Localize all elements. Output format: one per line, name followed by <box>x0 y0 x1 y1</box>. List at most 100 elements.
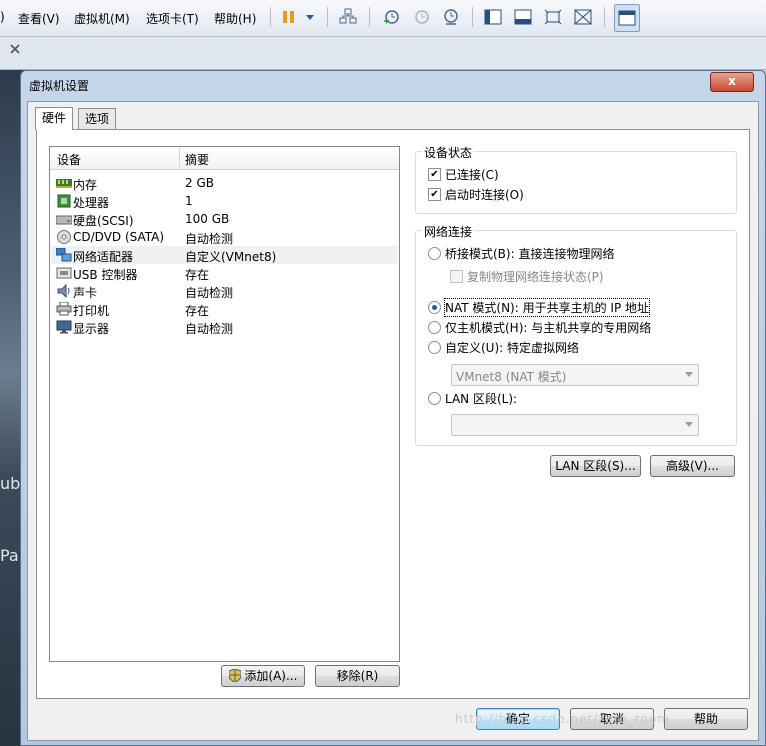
help-button[interactable]: 帮助 <box>664 708 748 730</box>
wallpaper-text: Pa <box>0 546 19 565</box>
unity-icon[interactable] <box>572 6 594 28</box>
menu-tabs[interactable]: 选项卡(T) <box>146 10 199 27</box>
device-row-sound-card[interactable]: 声卡 自动检测 <box>51 282 398 300</box>
close-button[interactable]: x <box>710 72 754 92</box>
device-name: 声卡 <box>73 286 98 300</box>
tab-options[interactable]: 选项 <box>78 108 117 129</box>
close-icon[interactable] <box>8 42 26 60</box>
thumbnail-bar-icon[interactable] <box>512 6 534 28</box>
checkbox-label: 已连接(C) <box>445 168 499 182</box>
device-name: 处理器 <box>73 196 110 210</box>
device-name: 内存 <box>73 178 98 192</box>
radio-label: NAT 模式(N): 用于共享主机的 IP 地址 <box>443 298 651 317</box>
device-row-display[interactable]: 显示器 自动检测 <box>51 318 398 336</box>
column-summary[interactable]: 摘要 <box>185 151 209 168</box>
device-name: USB 控制器 <box>73 268 138 282</box>
host-only-radio[interactable]: 仅主机模式(H): 与主机共享的专用网络 <box>428 319 651 336</box>
radio-label: 自定义(U): 特定虚拟网络 <box>445 341 580 355</box>
lan-segment-radio[interactable]: LAN 区段(L): <box>428 390 517 407</box>
app-toolbar: ) 查看(V) 虚拟机(M) 选项卡(T) 帮助(H) <box>0 0 766 37</box>
radio-icon <box>428 392 441 405</box>
network-connection-group: 网络连接 桥接模式(B): 直接连接物理网络 复制物理网络连接状态(P) NAT… <box>415 223 737 446</box>
toolbar-separator <box>270 7 271 27</box>
lan-segment-select[interactable] <box>451 414 699 436</box>
dialog-title: 虚拟机设置 <box>29 79 90 93</box>
hardware-page: 设备 摘要 内存 2 GB 处理器 1 硬盘(SCSI) 100 GB CD/D… <box>36 129 750 699</box>
device-summary: 自动检测 <box>185 286 234 300</box>
device-row-usb[interactable]: USB 控制器 存在 <box>51 264 398 282</box>
pause-icon[interactable] <box>278 6 300 28</box>
snapshot-icon[interactable] <box>380 6 402 28</box>
radio-label: LAN 区段(L): <box>445 392 518 406</box>
device-name: CD/DVD (SATA) <box>73 230 165 244</box>
device-name: 打印机 <box>73 304 110 318</box>
device-summary: 自动检测 <box>185 232 234 246</box>
menu-help[interactable]: 帮助(H) <box>214 10 256 27</box>
device-row-printer[interactable]: 打印机 存在 <box>51 300 398 318</box>
add-button[interactable]: 添加(A)... <box>221 665 305 687</box>
add-button-label: 添加(A)... <box>244 669 298 683</box>
show-library-icon[interactable] <box>482 6 504 28</box>
remove-button[interactable]: 移除(R) <box>315 665 400 687</box>
full-screen-icon[interactable] <box>542 6 564 28</box>
replicate-state-checkbox[interactable]: 复制物理网络连接状态(P) <box>450 268 604 285</box>
device-summary: 自动检测 <box>185 322 234 336</box>
radio-icon <box>428 247 441 260</box>
vm-settings-dialog: 虚拟机设置 x 硬件 选项 设备 摘要 内存 2 GB 处理器 1 硬盘(SCS… <box>20 70 766 746</box>
tab-hardware[interactable]: 硬件 <box>35 107 74 130</box>
device-row-memory[interactable]: 内存 2 GB <box>51 174 398 192</box>
check-icon: ✔ <box>428 168 441 181</box>
revert-snapshot-icon[interactable] <box>410 6 432 28</box>
vm-tab-bar <box>0 37 766 70</box>
group-title: 设备状态 <box>422 144 475 161</box>
display-icon <box>56 320 72 334</box>
connected-checkbox[interactable]: ✔ 已连接(C) <box>428 166 499 183</box>
device-name: 硬盘(SCSI) <box>73 214 134 228</box>
network-adapter-icon <box>55 247 72 262</box>
device-list[interactable]: 设备 摘要 内存 2 GB 处理器 1 硬盘(SCSI) 100 GB CD/D… <box>49 146 400 662</box>
radio-label: 仅主机模式(H): 与主机共享的专用网络 <box>445 321 652 335</box>
console-view-icon[interactable] <box>614 4 640 32</box>
close-icon: x <box>728 74 736 88</box>
advanced-button[interactable]: 高级(V)... <box>650 455 735 477</box>
radio-selected-icon <box>428 301 441 314</box>
dialog-body: 硬件 选项 设备 摘要 内存 2 GB 处理器 1 硬盘(SCSI) 100 G… <box>27 101 759 741</box>
device-summary: 1 <box>185 194 193 208</box>
check-icon: ✔ <box>428 188 441 201</box>
radio-icon <box>428 341 441 354</box>
chevron-down-icon[interactable] <box>299 6 321 28</box>
group-title: 网络连接 <box>422 223 475 240</box>
lan-segments-button[interactable]: LAN 区段(S)... <box>550 455 641 477</box>
column-divider[interactable] <box>179 147 180 169</box>
processor-icon <box>56 194 72 208</box>
memory-icon <box>56 176 72 190</box>
device-summary: 自定义(VMnet8) <box>185 250 277 264</box>
checkbox-icon <box>450 270 463 283</box>
checkbox-label: 启动时连接(O) <box>445 188 524 202</box>
device-summary: 存在 <box>185 304 210 318</box>
send-ctrl-alt-del-icon[interactable] <box>337 6 359 28</box>
connect-at-power-on-checkbox[interactable]: ✔ 启动时连接(O) <box>428 186 524 203</box>
custom-radio[interactable]: 自定义(U): 特定虚拟网络 <box>428 339 579 356</box>
device-row-cd-dvd[interactable]: CD/DVD (SATA) 自动检测 <box>51 228 398 246</box>
device-row-hard-disk[interactable]: 硬盘(SCSI) 100 GB <box>51 210 398 228</box>
toolbar-separator <box>472 7 473 27</box>
device-row-processor[interactable]: 处理器 1 <box>51 192 398 210</box>
custom-network-select[interactable]: VMnet8 (NAT 模式) <box>451 364 699 386</box>
menu-view[interactable]: 查看(V) <box>18 10 60 27</box>
menu-edge: ) <box>0 10 5 24</box>
device-status-group: 设备状态 ✔ 已连接(C) ✔ 启动时连接(O) <box>415 144 737 214</box>
snapshot-manager-icon[interactable] <box>440 6 462 28</box>
device-name: 网络适配器 <box>73 250 134 264</box>
column-device[interactable]: 设备 <box>57 151 81 168</box>
printer-icon <box>56 301 72 316</box>
device-summary: 存在 <box>185 268 210 282</box>
device-row-network-adapter[interactable]: 网络适配器 自定义(VMnet8) <box>51 246 398 264</box>
watermark-text: http://blog.csdn.net/zero_room <box>455 712 670 726</box>
menu-vm[interactable]: 虚拟机(M) <box>74 10 130 27</box>
bridged-radio[interactable]: 桥接模式(B): 直接连接物理网络 <box>428 245 614 262</box>
cd-dvd-icon <box>56 230 72 244</box>
nat-radio[interactable]: NAT 模式(N): 用于共享主机的 IP 地址 <box>428 298 651 317</box>
sound-card-icon <box>56 283 72 299</box>
device-summary: 2 GB <box>185 176 214 190</box>
